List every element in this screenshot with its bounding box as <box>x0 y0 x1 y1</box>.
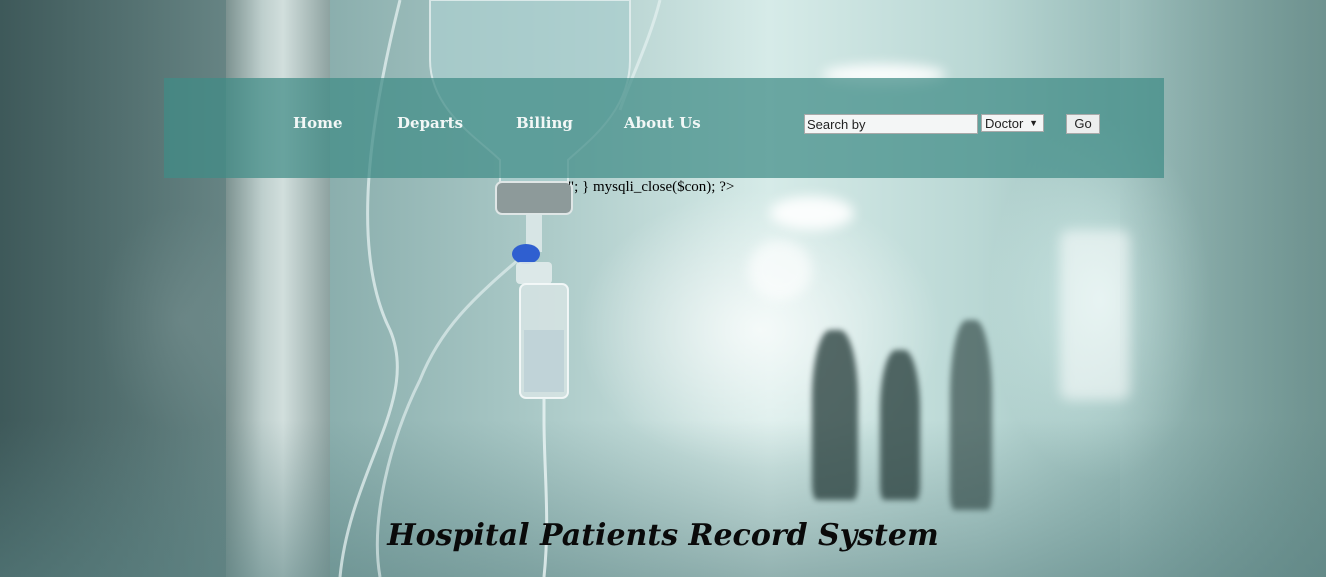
background-light <box>770 196 854 230</box>
background-person <box>812 330 858 500</box>
nav-link-departs[interactable]: Departs <box>397 114 463 132</box>
search-input[interactable] <box>804 114 978 134</box>
search-category-value: Doctor <box>985 116 1024 131</box>
navbar: Home Departs Billing About Us Doctor ▼ G… <box>164 78 1164 178</box>
background-person <box>950 320 992 510</box>
background-window <box>1060 230 1130 400</box>
background-person <box>880 350 920 500</box>
go-button[interactable]: Go <box>1066 114 1100 134</box>
nav-link-about-us[interactable]: About Us <box>624 114 701 132</box>
page-title: Hospital Patients Record System <box>387 518 939 553</box>
nav-link-home[interactable]: Home <box>293 114 343 132</box>
search-category-select[interactable]: Doctor ▼ <box>981 114 1044 132</box>
page-root: Home Departs Billing About Us Doctor ▼ G… <box>0 0 1326 577</box>
stray-php-text: "; } mysqli_close($con); ?> <box>568 179 735 195</box>
background-light <box>748 240 812 300</box>
nav-link-billing[interactable]: Billing <box>516 114 573 132</box>
chevron-down-icon: ▼ <box>1029 118 1038 128</box>
